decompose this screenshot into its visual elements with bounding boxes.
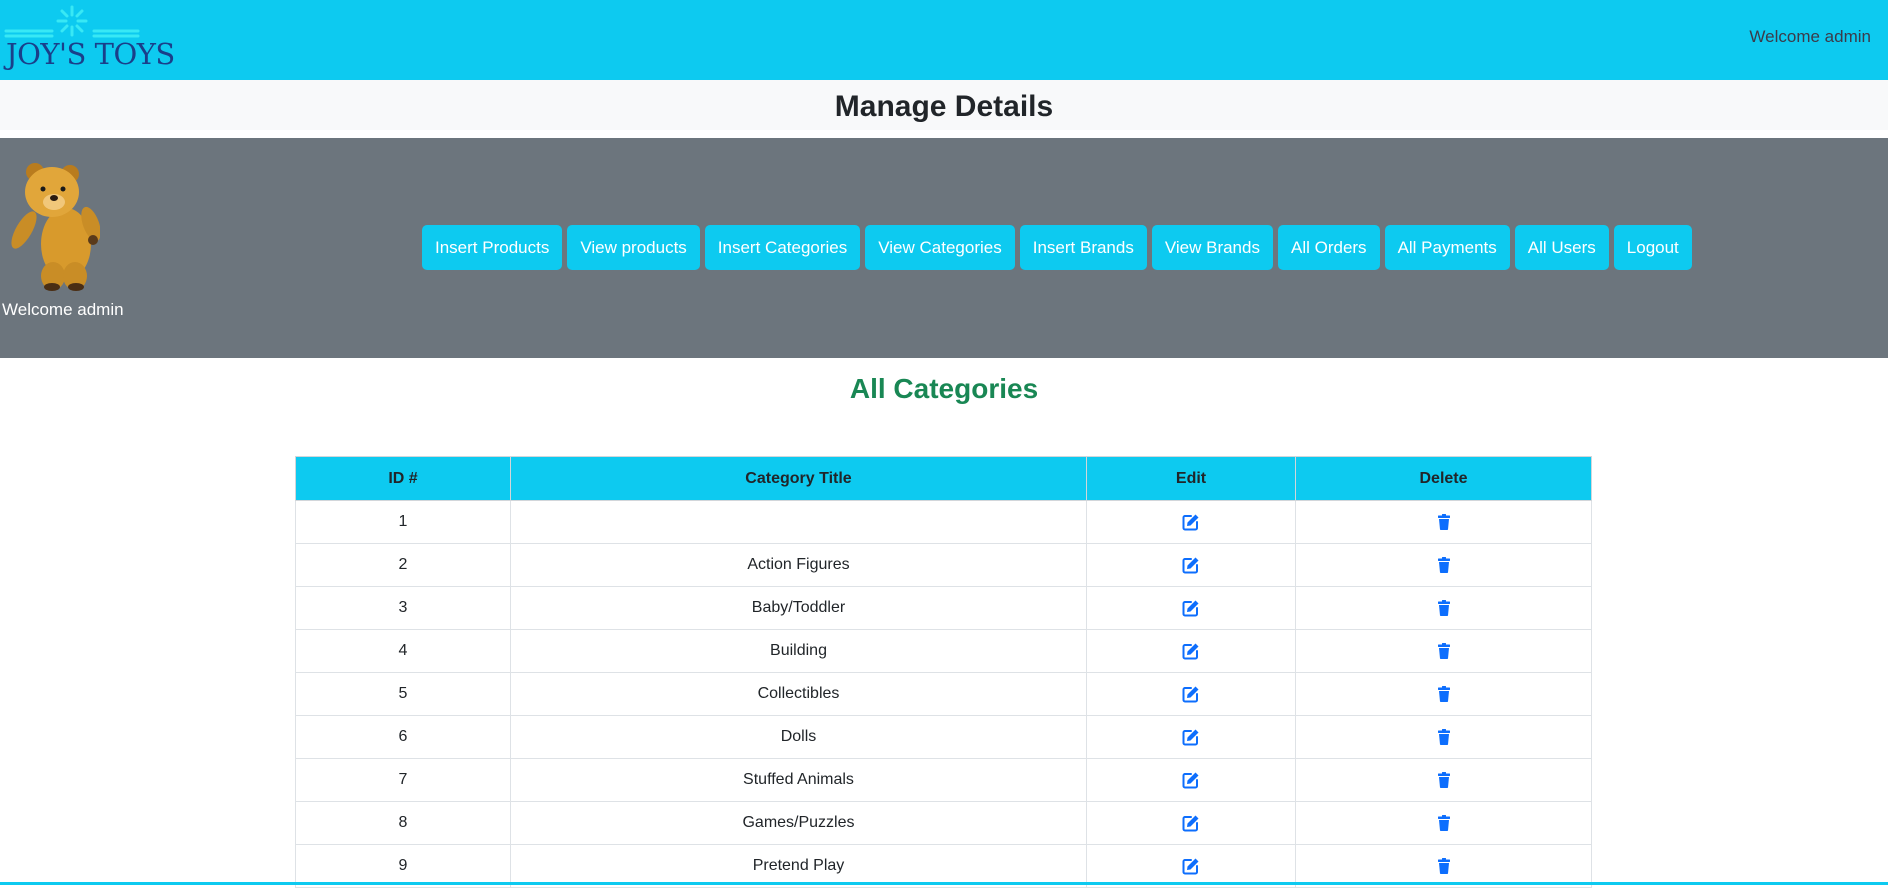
insert-products-button[interactable]: Insert Products [422,225,563,270]
delete-cell [1295,801,1592,845]
trash-icon[interactable] [1435,814,1453,832]
category-id: 2 [295,543,511,587]
table-row: 3 Baby/Toddler [295,586,1592,630]
teddy-bear-image [11,163,100,291]
delete-cell [1295,543,1592,587]
trash-icon[interactable] [1435,513,1453,531]
category-title: Stuffed Animals [510,758,1087,802]
category-id: 4 [295,629,511,673]
edit-cell [1086,586,1296,630]
edit-icon[interactable] [1182,771,1200,789]
category-title: Games/Puzzles [510,801,1087,845]
edit-icon[interactable] [1182,599,1200,617]
admin-panel: Welcome admin Insert Products View produ… [0,138,1888,358]
all-users-button[interactable]: All Users [1514,225,1609,270]
table-row: 7 Stuffed Animals [295,758,1592,802]
category-title: Building [510,629,1087,673]
table-header-row: ID # Category Title Edit Delete [295,456,1592,501]
trash-icon[interactable] [1435,599,1453,617]
edit-cell [1086,758,1296,802]
edit-icon[interactable] [1182,685,1200,703]
trash-icon[interactable] [1435,857,1453,875]
manage-details-bar: Manage Details [0,80,1888,130]
section-title: All Categories [849,373,1039,404]
logout-button[interactable]: Logout [1613,225,1692,270]
table-row: 4 Building [295,629,1592,673]
delete-cell [1295,715,1592,759]
edit-icon[interactable] [1182,642,1200,660]
top-navbar: JOY'S TOYS Welcome admin [0,0,1888,80]
category-id: 8 [295,801,511,845]
edit-icon[interactable] [1182,513,1200,531]
view-brands-button[interactable]: View Brands [1151,225,1273,270]
header-id: ID # [295,456,511,501]
trash-icon[interactable] [1435,728,1453,746]
trash-icon[interactable] [1435,556,1453,574]
edit-icon[interactable] [1182,556,1200,574]
trash-icon[interactable] [1435,685,1453,703]
trash-icon[interactable] [1435,642,1453,660]
category-title: Dolls [510,715,1087,759]
edit-icon[interactable] [1182,728,1200,746]
category-title [510,500,1087,544]
joys-toys-logo[interactable]: JOY'S TOYS [4,2,175,74]
delete-cell [1295,672,1592,716]
delete-cell [1295,758,1592,802]
insert-brands-button[interactable]: Insert Brands [1019,225,1147,270]
edit-cell [1086,543,1296,587]
header-category-title: Category Title [510,456,1087,501]
category-id: 5 [295,672,511,716]
edit-cell [1086,629,1296,673]
table-row: 6 Dolls [295,715,1592,759]
category-id: 7 [295,758,511,802]
delete-cell [1295,500,1592,544]
header-edit: Edit [1086,456,1296,501]
trash-icon[interactable] [1435,771,1453,789]
page-title: Manage Details [834,90,1054,123]
edit-cell [1086,715,1296,759]
admin-nav-buttons: Insert Products View products Insert Cat… [422,225,1697,270]
edit-cell [1086,672,1296,716]
all-orders-button[interactable]: All Orders [1277,225,1380,270]
category-title: Baby/Toddler [510,586,1087,630]
edit-icon[interactable] [1182,814,1200,832]
all-payments-button[interactable]: All Payments [1384,225,1510,270]
categories-table: ID # Category Title Edit Delete 1 2 Action… [295,456,1592,888]
category-id: 1 [295,500,511,544]
table-row: 8 Games/Puzzles [295,801,1592,845]
category-title: Action Figures [510,543,1087,587]
edit-cell [1086,801,1296,845]
category-id: 6 [295,715,511,759]
category-title: Collectibles [510,672,1087,716]
sidebar-welcome-text: Welcome admin [2,300,124,319]
welcome-text: Welcome admin [1749,27,1871,46]
insert-categories-button[interactable]: Insert Categories [704,225,861,270]
header-delete: Delete [1295,456,1592,501]
delete-cell [1295,586,1592,630]
edit-icon[interactable] [1182,857,1200,875]
logo-text: JOY'S TOYS [6,37,175,71]
table-row: 2 Action Figures [295,543,1592,587]
table-row: 1 [295,500,1592,544]
table-row: 5 Collectibles [295,672,1592,716]
view-products-button[interactable]: View products [567,225,700,270]
delete-cell [1295,629,1592,673]
edit-cell [1086,500,1296,544]
category-id: 3 [295,586,511,630]
view-categories-button[interactable]: View Categories [865,225,1015,270]
